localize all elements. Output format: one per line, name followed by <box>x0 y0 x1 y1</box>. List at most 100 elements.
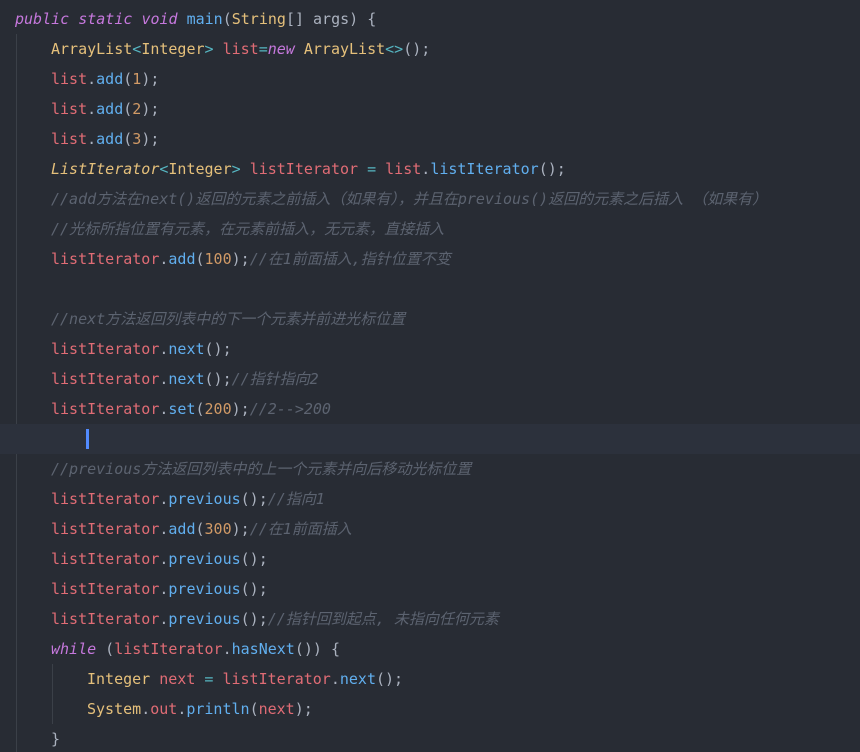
code-token-param: args <box>313 10 350 28</box>
code-token-plain: ); <box>294 700 313 718</box>
code-token-plain: . <box>222 640 232 658</box>
code-line[interactable]: listIterator.set(200);//2-->200 <box>0 394 860 424</box>
code-token-function: set <box>168 400 196 418</box>
code-token-keyword: new <box>267 40 295 58</box>
code-token-function: add <box>96 130 124 148</box>
code-token-function: next <box>168 340 205 358</box>
code-token-comment: //2-->200 <box>249 400 331 418</box>
code-token-plain: ( <box>96 640 115 658</box>
code-line[interactable]: listIterator.add(300);//在1前面插入 <box>0 514 860 544</box>
code-token-variable: listIterator <box>51 610 160 628</box>
code-token-variable: listIterator <box>222 670 331 688</box>
code-token-comment: //指针回到起点, 未指向任何元素 <box>267 610 499 628</box>
code-token-variable: listIterator <box>51 340 160 358</box>
code-token-variable: listIterator <box>249 160 359 178</box>
code-line[interactable]: } <box>0 724 860 752</box>
code-token-number: 300 <box>204 520 232 538</box>
code-token-function: add <box>96 70 124 88</box>
code-line[interactable]: public static void main(String[] args) { <box>0 4 860 34</box>
code-token-plain: (); <box>240 580 268 598</box>
code-line[interactable]: //previous方法返回列表中的上一个元素并向后移动光标位置 <box>0 454 860 484</box>
code-token-plain: . <box>87 130 97 148</box>
code-token-function: listIterator <box>430 160 539 178</box>
code-line[interactable]: listIterator.add(100);//在1前面插入,指针位置不变 <box>0 244 860 274</box>
code-token-variable: list <box>51 130 88 148</box>
code-line[interactable]: while (listIterator.hasNext()) { <box>0 634 860 664</box>
code-token-comment: //previous方法返回列表中的上一个元素并向后移动光标位置 <box>51 460 472 478</box>
code-token-type: Integer <box>168 160 232 178</box>
code-token-operator: = <box>258 40 268 58</box>
text-caret <box>86 429 89 449</box>
code-line[interactable]: //光标所指位置有元素，在元素前插入，无元素，直接插入 <box>0 214 860 244</box>
code-token-plain: . <box>87 70 97 88</box>
code-token-function: next <box>168 370 205 388</box>
code-token-number: 200 <box>204 400 232 418</box>
code-token-plain: (); <box>240 610 268 628</box>
code-token-type-italic: ListIterator <box>51 160 160 178</box>
code-token-plain: ); <box>141 130 160 148</box>
code-line[interactable]: listIterator.next();//指针指向2 <box>0 364 860 394</box>
code-token-plain: (); <box>204 340 232 358</box>
code-line[interactable]: ListIterator<Integer> listIterator = lis… <box>0 154 860 184</box>
code-token-function: println <box>186 700 250 718</box>
code-token-plain: ); <box>231 520 250 538</box>
code-token-variable: listIterator <box>51 550 160 568</box>
code-editor[interactable]: public static void main(String[] args) {… <box>0 0 860 752</box>
code-token-variable: list <box>222 40 259 58</box>
code-token-operator: = <box>367 160 377 178</box>
code-token-plain: ); <box>141 100 160 118</box>
code-token-plain: ( <box>249 700 259 718</box>
code-line[interactable]: listIterator.previous();//指向1 <box>0 484 860 514</box>
code-token-keyword: void <box>141 10 178 28</box>
code-line[interactable]: //add方法在next()返回的元素之前插入（如果有），并且在previous… <box>0 184 860 214</box>
code-token-function: main <box>186 10 223 28</box>
code-token-variable: listIterator <box>51 370 160 388</box>
code-line[interactable]: list.add(2); <box>0 94 860 124</box>
code-token-number: 3 <box>132 130 142 148</box>
code-token-plain: . <box>87 100 97 118</box>
code-line[interactable]: listIterator.previous(); <box>0 574 860 604</box>
code-token-comment: //在1前面插入,指针位置不变 <box>249 250 451 268</box>
code-token-comment: //光标所指位置有元素，在元素前插入，无元素，直接插入 <box>51 220 445 238</box>
code-token-keyword: static <box>78 10 133 28</box>
code-token-plain: } <box>51 730 61 748</box>
code-token-plain: ( <box>195 520 205 538</box>
code-token-variable: list <box>385 160 422 178</box>
code-line[interactable]: Integer next = listIterator.next(); <box>0 664 860 694</box>
code-token-plain: ( <box>222 10 232 28</box>
code-token-function: add <box>168 520 196 538</box>
code-line[interactable]: list.add(3); <box>0 124 860 154</box>
code-token-keyword: public <box>15 10 70 28</box>
code-line[interactable]: System.out.println(next); <box>0 694 860 724</box>
code-line[interactable]: ArrayList<Integer> list=new ArrayList<>(… <box>0 34 860 64</box>
code-token-type: Integer <box>87 670 151 688</box>
code-token-comment: //add方法在next()返回的元素之前插入（如果有），并且在previous… <box>51 190 768 208</box>
code-token-function: previous <box>168 490 241 508</box>
code-token-type: Integer <box>141 40 205 58</box>
code-token-plain: ); <box>141 70 160 88</box>
code-token-plain: . <box>177 700 187 718</box>
code-line[interactable]: //next方法返回列表中的下一个元素并前进光标位置 <box>0 304 860 334</box>
code-line[interactable] <box>0 274 860 304</box>
code-token-variable: listIterator <box>114 640 223 658</box>
code-token-variable: out <box>150 700 178 718</box>
code-token-plain: ( <box>123 100 133 118</box>
code-token-plain: ( <box>123 130 133 148</box>
code-token-function: add <box>168 250 196 268</box>
code-line[interactable]: listIterator.next(); <box>0 334 860 364</box>
code-token-plain: ); <box>231 400 250 418</box>
code-line[interactable]: list.add(1); <box>0 64 860 94</box>
code-token-variable: listIterator <box>51 580 160 598</box>
code-line[interactable] <box>0 424 860 454</box>
code-token-plain: . <box>330 670 340 688</box>
code-line[interactable]: listIterator.previous(); <box>0 544 860 574</box>
code-token-variable: listIterator <box>51 250 160 268</box>
code-token-keyword: while <box>51 640 97 658</box>
code-token-number: 2 <box>132 100 142 118</box>
code-token-function: next <box>339 670 376 688</box>
code-line[interactable]: listIterator.previous();//指针回到起点, 未指向任何元… <box>0 604 860 634</box>
code-token-comment: //在1前面插入 <box>249 520 352 538</box>
